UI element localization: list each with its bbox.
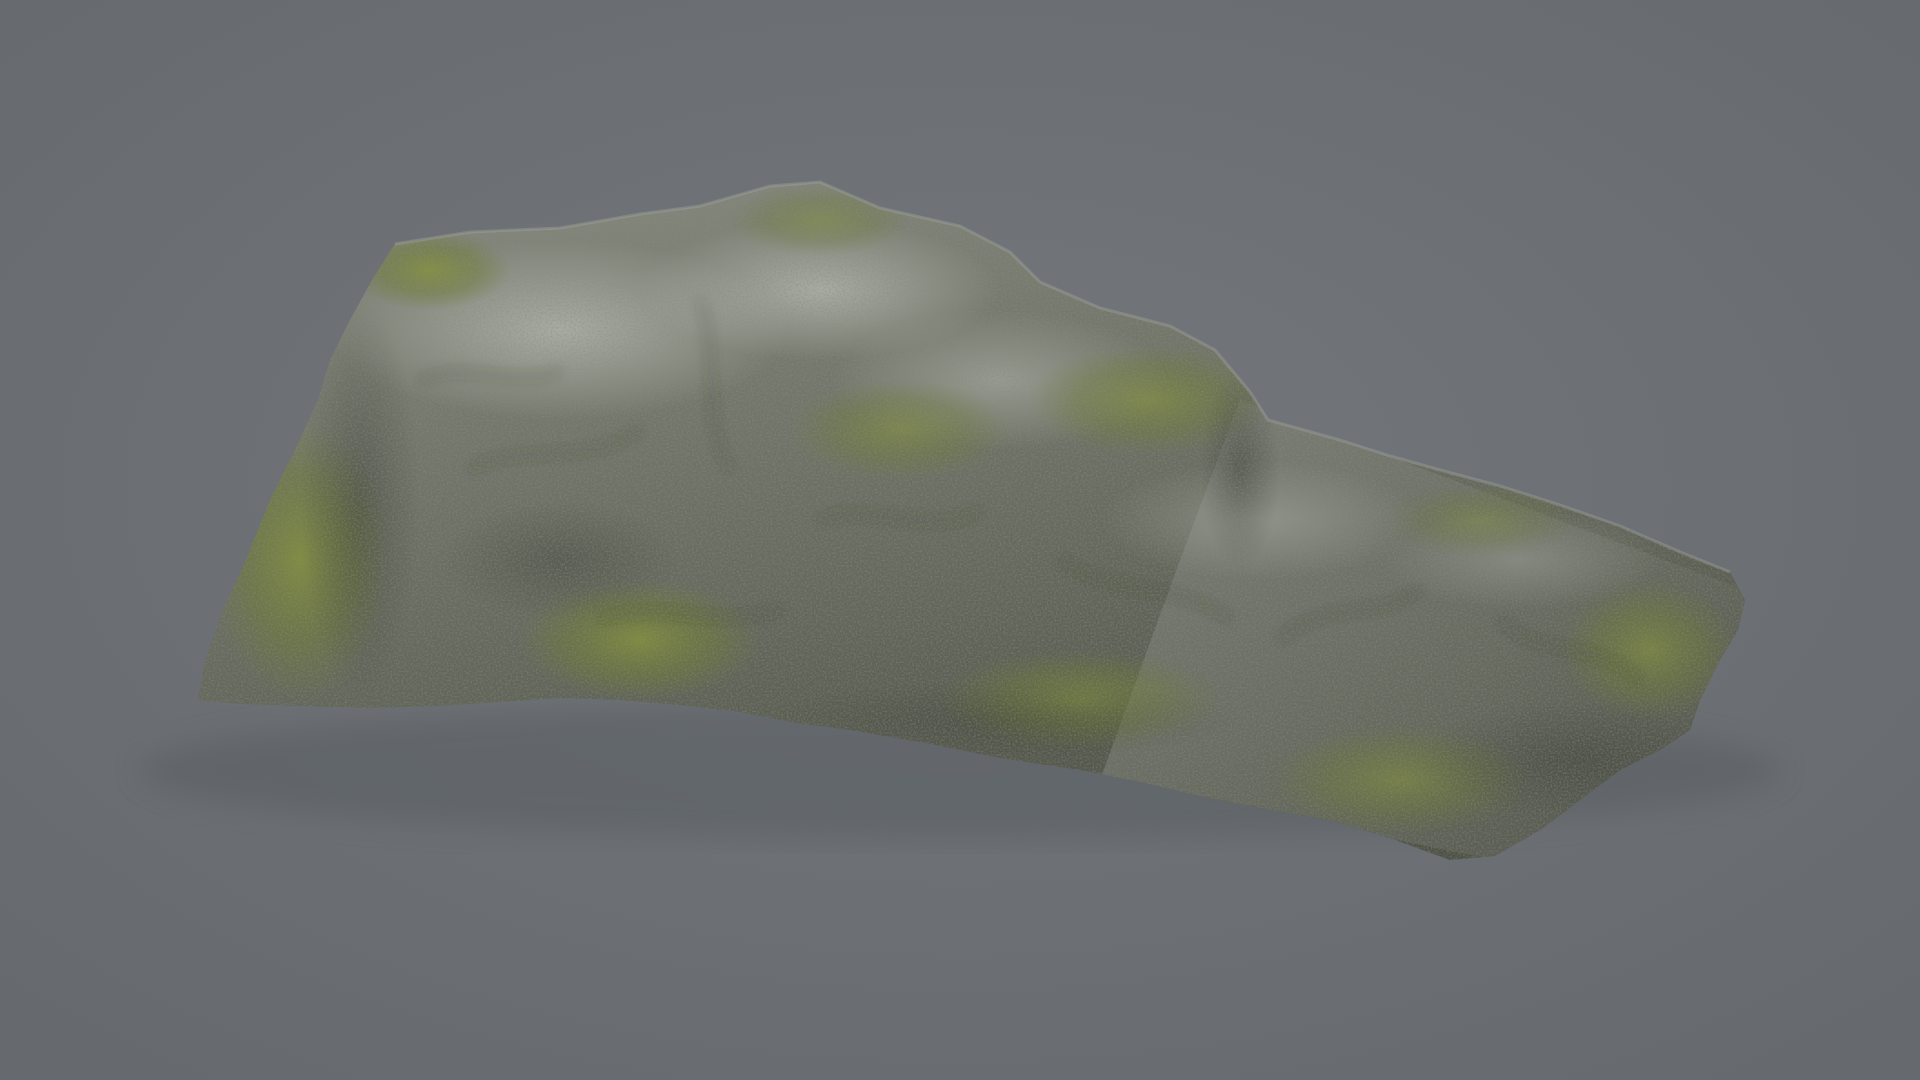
render-viewport xyxy=(0,0,1920,1080)
rock-render xyxy=(0,0,1920,1080)
